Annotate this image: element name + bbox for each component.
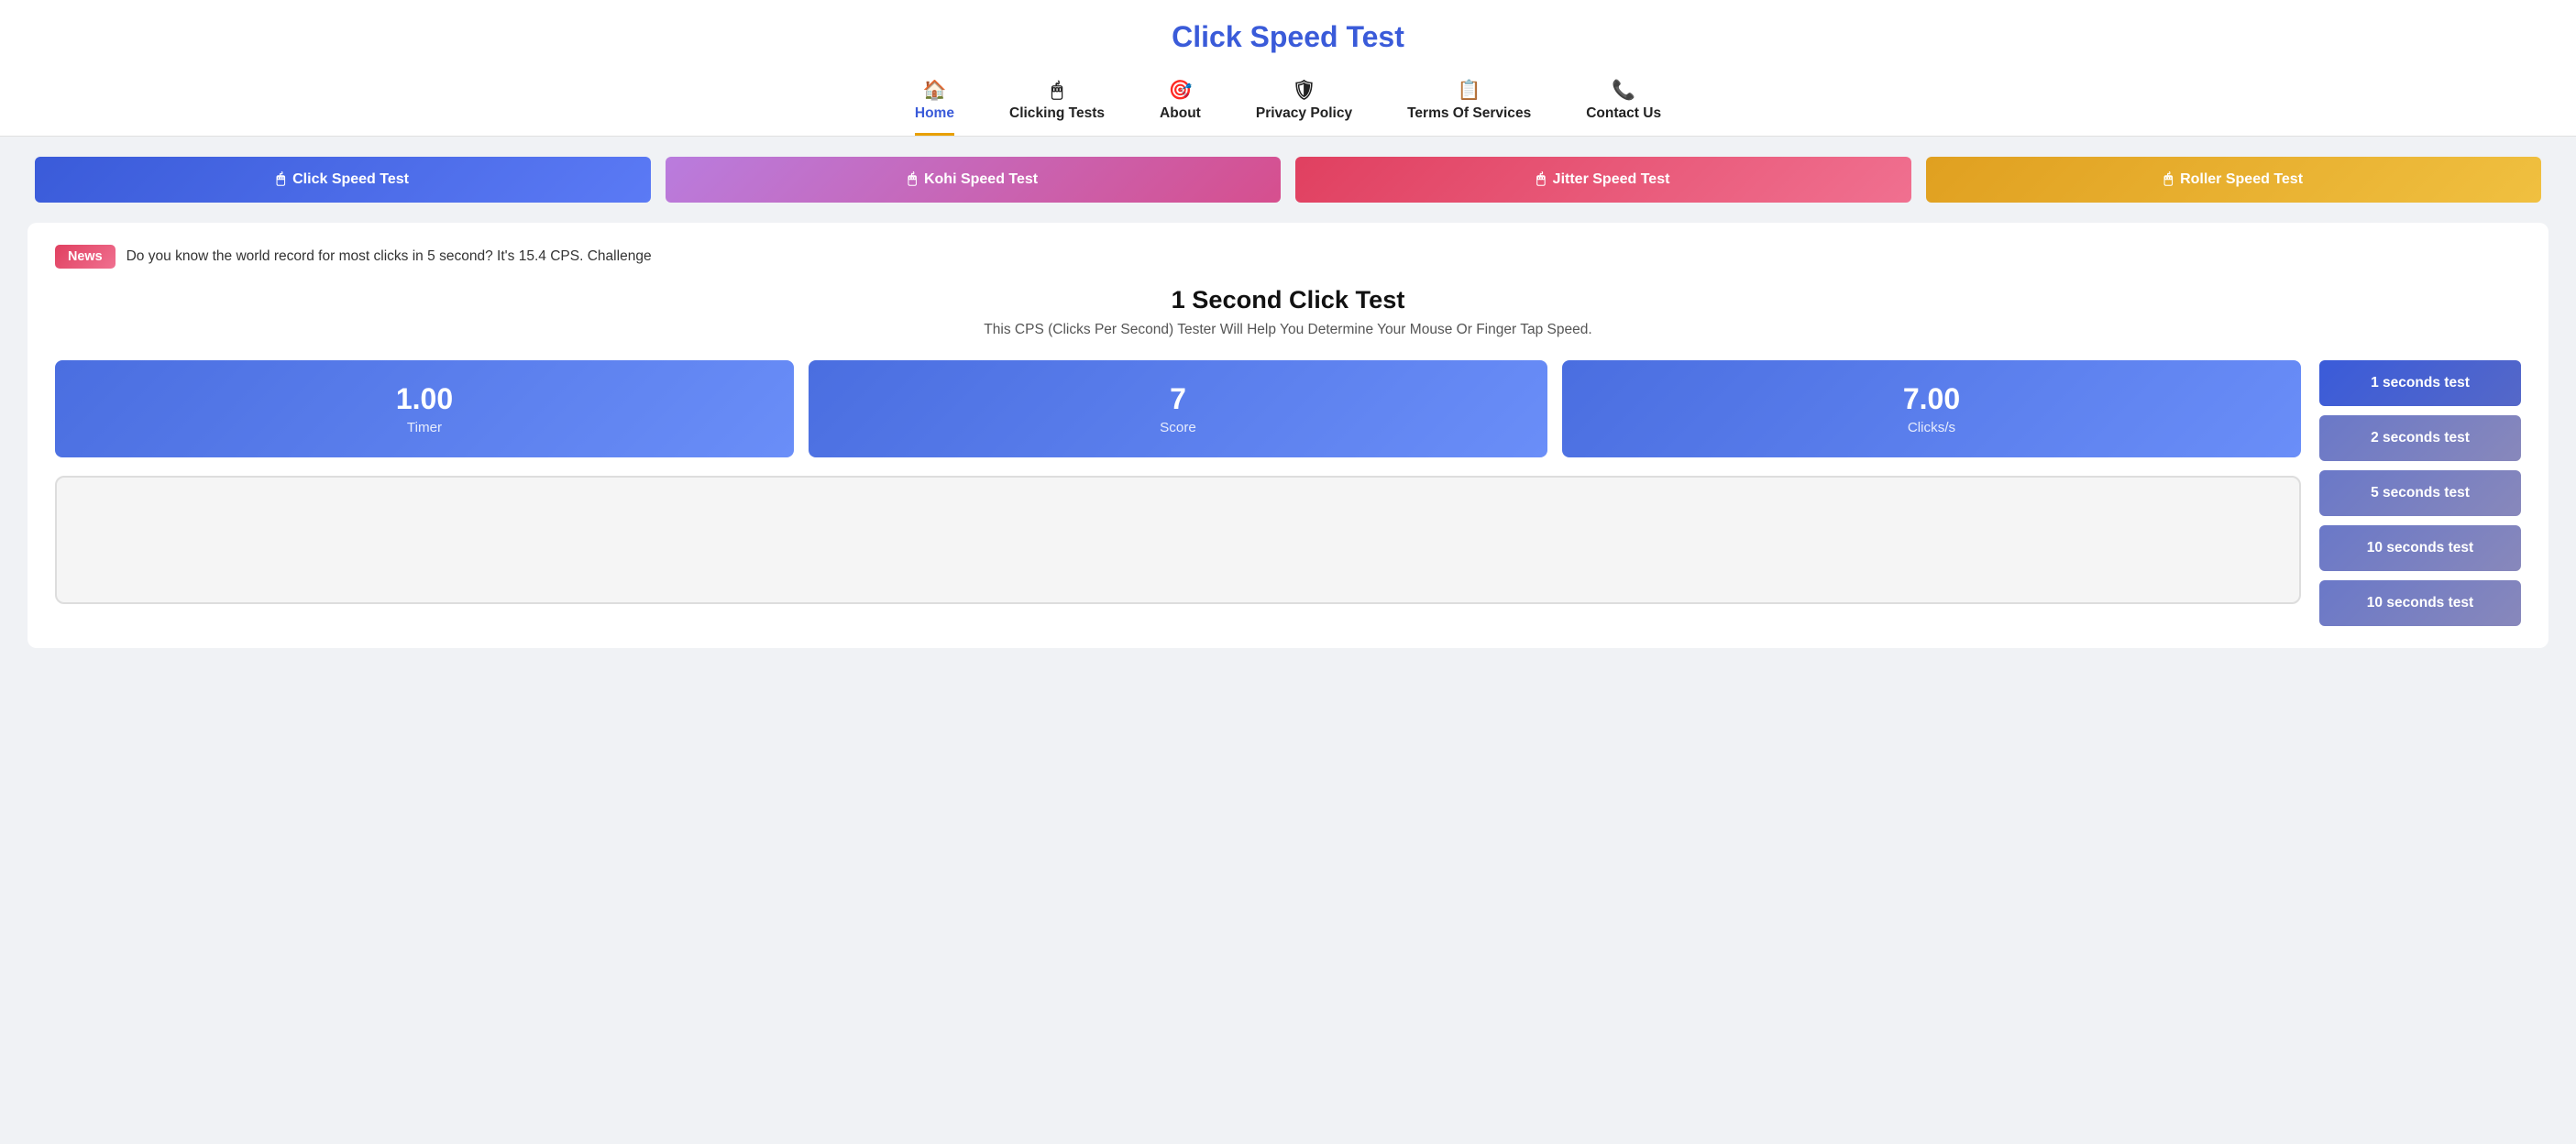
side-btn-2sec-label: 2 seconds test — [2371, 430, 2470, 446]
side-btn-10sec-2-label: 10 seconds test — [2367, 595, 2473, 610]
side-btn-5sec-label: 5 seconds test — [2371, 485, 2470, 500]
kohi-speed-mouse-icon: 🖱 — [908, 171, 917, 188]
timer-value: 1.00 — [396, 382, 453, 416]
nav-item-about[interactable]: 🎯 About — [1160, 80, 1201, 136]
stat-card-clickps: 7.00 Clicks/s — [1562, 360, 2301, 457]
kohi-speed-label: Kohi Speed Test — [924, 171, 1038, 188]
news-badge: News — [55, 245, 116, 269]
shield-icon: 🛡 — [1292, 80, 1316, 102]
nav-label-privacy-policy: Privacy Policy — [1256, 105, 1352, 122]
roller-speed-mouse-icon: 🖱 — [2163, 171, 2173, 188]
stat-card-score: 7 Score — [809, 360, 1547, 457]
nav-item-contact-us[interactable]: 📞 Contact Us — [1586, 80, 1661, 136]
nav-label-clicking-tests: Clicking Tests — [1009, 105, 1105, 122]
score-label: Score — [1160, 420, 1196, 435]
timer-label: Timer — [407, 420, 442, 435]
side-btn-10sec-label: 10 seconds test — [2367, 540, 2473, 556]
test-buttons-row: 🖱 Click Speed Test 🖱 Kohi Speed Test 🖱 J… — [0, 137, 2576, 223]
nav-label-contact-us: Contact Us — [1586, 105, 1661, 122]
clickps-value: 7.00 — [1903, 382, 1960, 416]
target-icon: 🎯 — [1168, 80, 1192, 102]
side-buttons: 1 seconds test 2 seconds test 5 seconds … — [2319, 360, 2521, 626]
score-value: 7 — [1170, 382, 1186, 416]
nav-item-clicking-tests[interactable]: 🖱 Clicking Tests — [1009, 80, 1105, 136]
nav-item-home[interactable]: 🏠 Home — [915, 80, 954, 136]
nav-label-terms-of-services: Terms Of Services — [1407, 105, 1531, 122]
side-btn-1sec-label: 1 seconds test — [2371, 375, 2470, 390]
side-btn-2sec[interactable]: 2 seconds test — [2319, 415, 2521, 461]
nav-label-about: About — [1160, 105, 1201, 122]
phone-icon: 📞 — [1612, 80, 1635, 102]
jitter-speed-test-button[interactable]: 🖱 Jitter Speed Test — [1295, 157, 1911, 203]
roller-speed-test-button[interactable]: 🖱 Roller Speed Test — [1926, 157, 2542, 203]
roller-speed-label: Roller Speed Test — [2180, 171, 2303, 188]
mouse-icon: 🖱 — [1051, 80, 1062, 102]
kohi-speed-test-button[interactable]: 🖱 Kohi Speed Test — [666, 157, 1282, 203]
clickps-label: Clicks/s — [1908, 420, 1955, 435]
nav-item-privacy-policy[interactable]: 🛡 Privacy Policy — [1256, 80, 1352, 136]
jitter-speed-mouse-icon: 🖱 — [1536, 171, 1546, 188]
click-speed-mouse-icon: 🖱 — [277, 171, 286, 188]
main-layout: 1.00 Timer 7 Score 7.00 Clicks/s — [55, 360, 2521, 626]
side-btn-10sec[interactable]: 10 seconds test — [2319, 525, 2521, 571]
document-icon: 📋 — [1458, 80, 1481, 102]
side-btn-10sec-2[interactable]: 10 seconds test — [2319, 580, 2521, 626]
section-subtitle: This CPS (Clicks Per Second) Tester Will… — [55, 322, 2521, 338]
left-section: 1.00 Timer 7 Score 7.00 Clicks/s — [55, 360, 2301, 604]
nav-label-home: Home — [915, 105, 954, 122]
main-content: News Do you know the world record for mo… — [0, 223, 2576, 676]
content-card: News Do you know the world record for mo… — [28, 223, 2548, 648]
nav-item-terms-of-services[interactable]: 📋 Terms Of Services — [1407, 80, 1531, 136]
news-text: Do you know the world record for most cl… — [127, 248, 652, 265]
stats-row: 1.00 Timer 7 Score 7.00 Clicks/s — [55, 360, 2301, 457]
news-bar: News Do you know the world record for mo… — [55, 245, 2521, 269]
click-speed-test-button[interactable]: 🖱 Click Speed Test — [35, 157, 651, 203]
jitter-speed-label: Jitter Speed Test — [1553, 171, 1670, 188]
stat-card-timer: 1.00 Timer — [55, 360, 794, 457]
click-speed-label: Click Speed Test — [292, 171, 409, 188]
side-btn-1sec[interactable]: 1 seconds test — [2319, 360, 2521, 406]
click-area[interactable] — [55, 476, 2301, 604]
main-nav: 🏠 Home 🖱 Clicking Tests 🎯 About 🛡 Privac… — [0, 71, 2576, 136]
site-header: Click Speed Test 🏠 Home 🖱 Clicking Tests… — [0, 0, 2576, 137]
section-title: 1 Second Click Test — [55, 285, 2521, 314]
site-title: Click Speed Test — [0, 20, 2576, 54]
side-btn-5sec[interactable]: 5 seconds test — [2319, 470, 2521, 516]
home-icon: 🏠 — [922, 80, 946, 102]
